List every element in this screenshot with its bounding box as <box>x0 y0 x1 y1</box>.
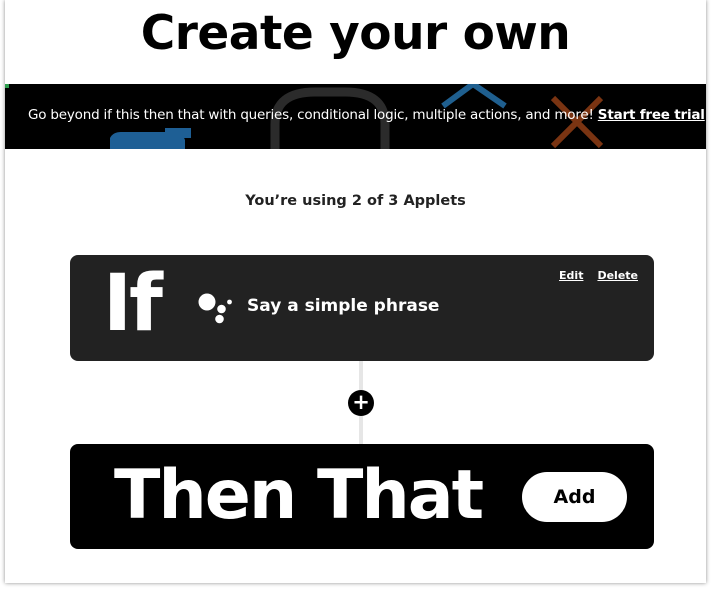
promo-message: Go beyond if this then that with queries… <box>28 107 705 123</box>
then-that-card[interactable]: Then That Add <box>70 444 654 549</box>
google-assistant-icon <box>198 293 232 324</box>
trigger-label[interactable]: Say a simple phrase <box>247 296 439 316</box>
promo-banner: Go beyond if this then that with queries… <box>5 84 706 149</box>
create-applet-panel: Create your own Go beyond if this then t… <box>5 0 706 583</box>
edit-link[interactable]: Edit <box>559 269 583 282</box>
if-this-card: If Say a simple phrase Edit Delete <box>70 255 654 361</box>
applet-usage-text: You’re using 2 of 3 Applets <box>245 193 466 209</box>
if-keyword: If <box>103 259 163 349</box>
page-title: Create your own <box>140 6 571 61</box>
add-button[interactable]: Add <box>522 472 627 522</box>
plus-icon[interactable]: + <box>348 390 374 416</box>
start-free-trial-link[interactable]: Start free trial <box>598 107 705 123</box>
card-actions: Edit Delete <box>545 269 638 282</box>
delete-link[interactable]: Delete <box>597 269 638 282</box>
promo-text: Go beyond if this then that with queries… <box>28 107 594 123</box>
then-that-keyword: Then That <box>114 456 484 535</box>
